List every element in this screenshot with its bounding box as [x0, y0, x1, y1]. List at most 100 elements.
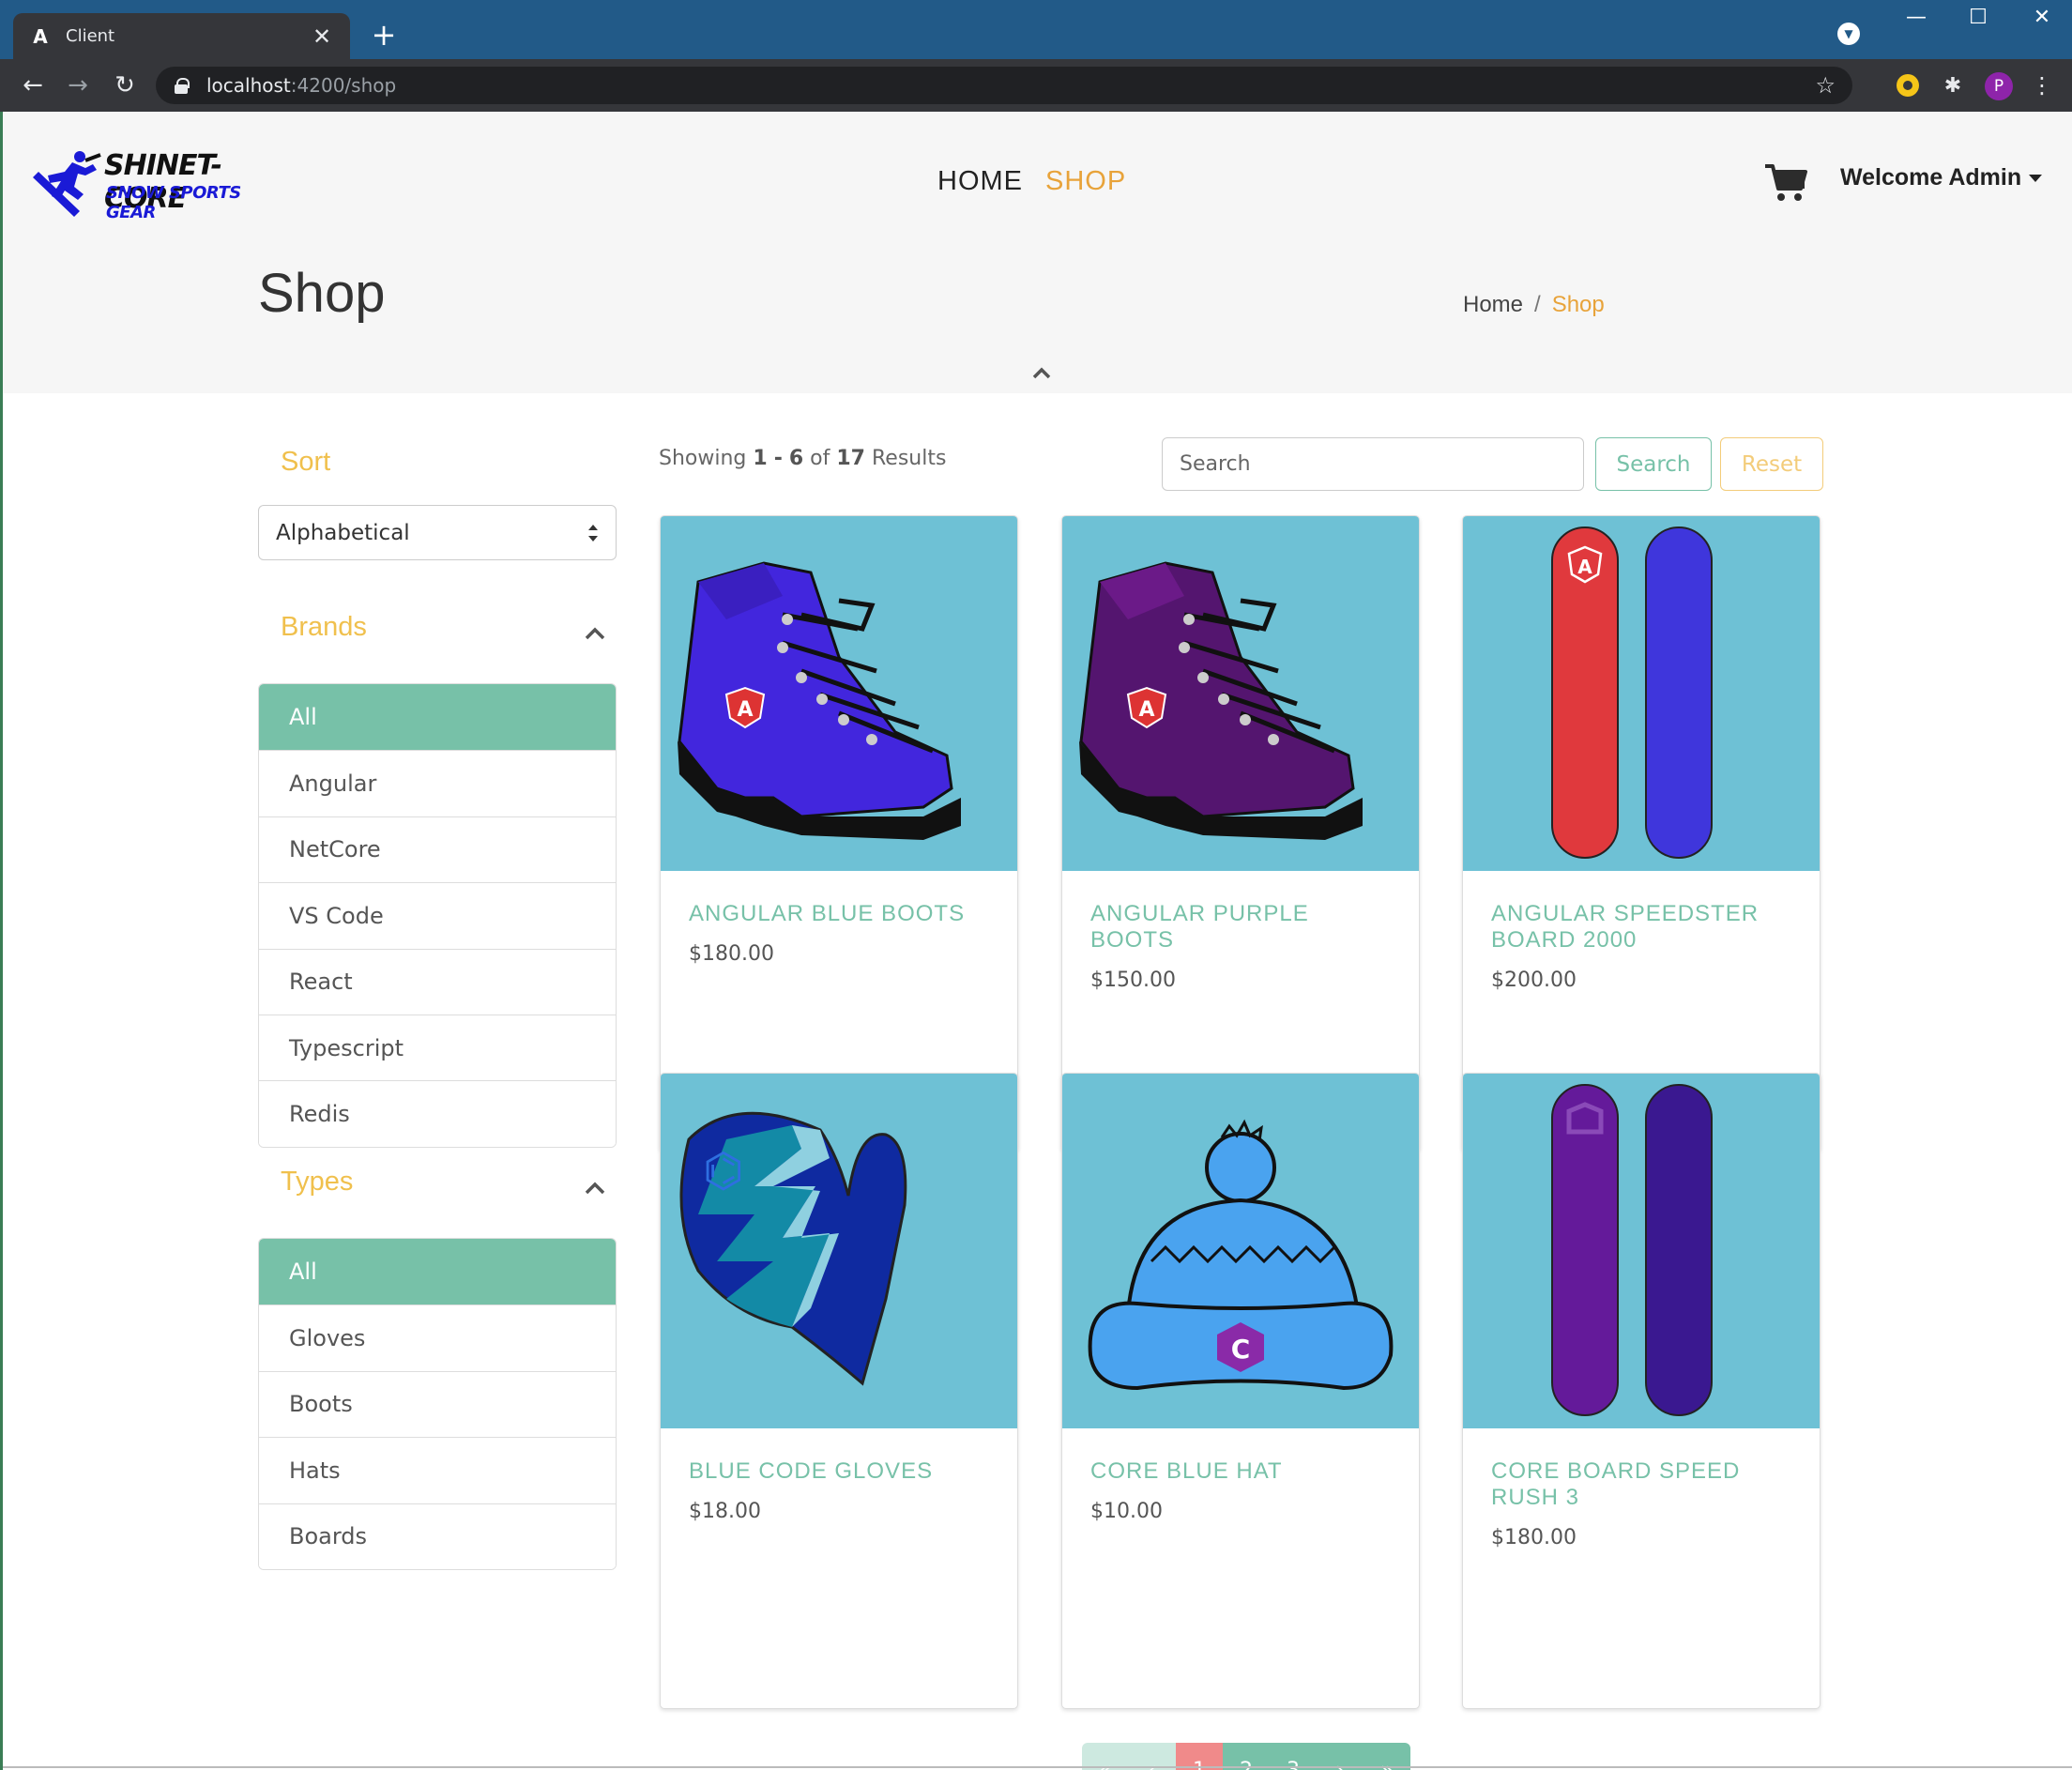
cart-icon[interactable]: [1763, 162, 1808, 204]
brand-item-vs-code[interactable]: VS Code: [259, 882, 616, 949]
svg-text:A: A: [737, 698, 753, 722]
types-collapse-chevron-icon[interactable]: [584, 1180, 606, 1197]
product-name[interactable]: Core Blue Hat: [1090, 1458, 1391, 1485]
angular-favicon-icon: A: [33, 24, 48, 48]
results-dash: -: [773, 447, 783, 470]
product-name[interactable]: Core Board Speed Rush 3: [1491, 1458, 1791, 1511]
product-card[interactable]: A Angular Blue Boots $180.00: [660, 515, 1018, 1152]
product-card[interactable]: A Angular Purple Boots $150.00: [1061, 515, 1420, 1152]
window-close-icon[interactable]: ✕: [2023, 6, 2061, 29]
svg-text:A: A: [1577, 556, 1592, 578]
breadcrumb-current: Shop: [1551, 292, 1605, 317]
site-logo[interactable]: SHINET-CORE SNOW SPORTS GEAR: [31, 147, 294, 222]
user-menu[interactable]: Welcome Admin: [1840, 164, 2043, 191]
search-button[interactable]: Search: [1595, 437, 1712, 491]
bookmark-star-icon[interactable]: ☆: [1815, 72, 1836, 99]
results-of: of: [810, 447, 830, 470]
blue-beanie-icon: C: [1088, 1119, 1394, 1391]
product-name[interactable]: Angular Speedster Board 2000: [1491, 901, 1791, 954]
type-item-gloves[interactable]: Gloves: [259, 1305, 616, 1371]
svg-text:A: A: [1138, 698, 1154, 722]
results-count: Showing 1 - 6 of 17 Results: [659, 447, 946, 470]
extension-icon[interactable]: [1894, 71, 1922, 99]
minimize-icon[interactable]: —: [1897, 6, 1935, 29]
product-price: $200.00: [1491, 969, 1577, 992]
product-card[interactable]: ⌬ Blue Code Gloves $18.00: [660, 1073, 1018, 1709]
types-list: All Gloves Boots Hats Boards: [258, 1238, 617, 1570]
profile-avatar[interactable]: P: [1985, 72, 2013, 100]
browser-menu-icon[interactable]: ⋮: [2031, 72, 2053, 99]
type-item-all[interactable]: All: [259, 1239, 616, 1305]
type-item-hats[interactable]: Hats: [259, 1437, 616, 1503]
product-image: A: [1062, 516, 1419, 871]
welcome-text: Welcome Admin: [1840, 164, 2022, 191]
reload-icon[interactable]: ↻: [109, 70, 141, 100]
search-input[interactable]: [1162, 437, 1584, 491]
sort-heading: Sort: [281, 447, 331, 477]
product-image: C: [1062, 1074, 1419, 1428]
product-card[interactable]: C Core Blue Hat $10.00: [1061, 1073, 1420, 1709]
brand-item-all[interactable]: All: [259, 684, 616, 751]
maximize-icon[interactable]: ☐: [1959, 6, 1997, 29]
breadcrumb: Home / Shop: [1463, 292, 1605, 318]
snowboarder-logo-icon: [33, 151, 101, 217]
lock-icon: [175, 78, 190, 94]
product-card[interactable]: Core Board Speed Rush 3 $180.00: [1462, 1073, 1821, 1709]
brands-collapse-chevron-icon[interactable]: [584, 625, 606, 642]
brand-item-netcore[interactable]: NetCore: [259, 816, 616, 883]
product-price: $180.00: [689, 942, 774, 966]
product-price: $18.00: [689, 1500, 761, 1523]
brand-item-redis[interactable]: Redis: [259, 1080, 616, 1147]
logo-subtitle: SNOW SPORTS GEAR: [106, 183, 241, 222]
red-blue-snowboard-icon: A: [1551, 526, 1713, 859]
product-name[interactable]: Blue Code Gloves: [689, 1458, 989, 1485]
product-price: $180.00: [1491, 1526, 1577, 1549]
svg-text:C: C: [1231, 1334, 1251, 1365]
type-item-boots[interactable]: Boots: [259, 1370, 616, 1438]
header-band: [3, 112, 2072, 393]
url-host: localhost: [206, 74, 291, 97]
svg-text:⌬: ⌬: [703, 1143, 744, 1198]
brand-item-angular[interactable]: Angular: [259, 750, 616, 816]
page-title: Shop: [258, 263, 386, 324]
product-name[interactable]: Angular Blue Boots: [689, 901, 989, 927]
product-image: [1463, 1074, 1820, 1428]
nav-home-link[interactable]: HOME: [937, 166, 1023, 197]
blue-boot-icon: A: [678, 561, 961, 840]
tab-title: Client: [66, 26, 115, 46]
brands-heading: Brands: [281, 612, 367, 642]
page-bottom-edge: [3, 1766, 2072, 1768]
breadcrumb-separator: /: [1534, 292, 1541, 317]
types-heading: Types: [281, 1167, 354, 1197]
sort-selected-value: Alphabetical: [276, 520, 410, 545]
sort-select[interactable]: Alphabetical: [258, 505, 617, 560]
browser-tab[interactable]: A Client ✕: [13, 13, 350, 59]
results-range-end: 6: [788, 447, 804, 470]
extensions-puzzle-icon[interactable]: ✱: [1939, 71, 1967, 99]
type-item-boards[interactable]: Boards: [259, 1503, 616, 1569]
product-image: A: [661, 516, 1017, 871]
brand-item-typescript[interactable]: Typescript: [259, 1014, 616, 1081]
url-path: :4200/shop: [290, 74, 397, 97]
product-image: ⌬: [661, 1074, 1017, 1428]
tab-close-icon[interactable]: ✕: [309, 23, 335, 50]
browser-toolbar: ← → ↻ localhost:4200/shop ☆ ✱ P ⋮: [0, 59, 2072, 112]
chevron-up-icon[interactable]: [1031, 363, 1052, 384]
results-total: 17: [836, 447, 865, 470]
forward-icon[interactable]: →: [62, 70, 94, 100]
product-name[interactable]: Angular Purple Boots: [1090, 901, 1391, 954]
caret-down-icon: [2029, 175, 2043, 183]
reset-button[interactable]: Reset: [1720, 437, 1823, 491]
results-suffix: Results: [872, 447, 947, 470]
tab-search-icon[interactable]: ▼: [1837, 23, 1860, 45]
select-arrows-icon: [588, 525, 598, 542]
brand-item-react[interactable]: React: [259, 948, 616, 1015]
back-icon[interactable]: ←: [17, 70, 49, 100]
address-bar[interactable]: localhost:4200/shop ☆: [156, 67, 1852, 104]
nav-shop-link[interactable]: SHOP: [1045, 166, 1126, 197]
purple-snowboard-icon: [1551, 1084, 1713, 1416]
new-tab-icon[interactable]: +: [368, 19, 400, 51]
breadcrumb-home-link[interactable]: Home: [1463, 292, 1523, 317]
product-price: $10.00: [1090, 1500, 1163, 1523]
product-card[interactable]: A Angular Speedster Board 2000 $200.00: [1462, 515, 1821, 1152]
